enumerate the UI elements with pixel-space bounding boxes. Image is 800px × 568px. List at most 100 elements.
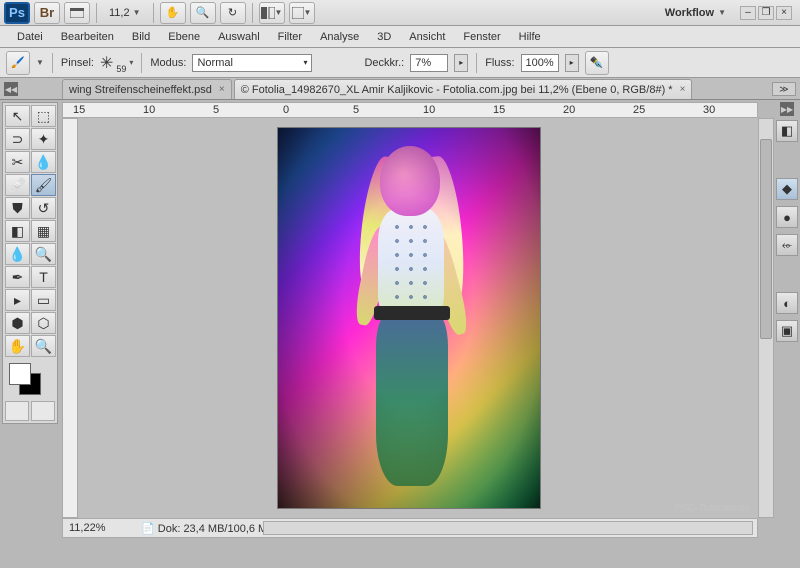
layers-panel-icon[interactable]: ◆	[776, 178, 798, 200]
status-bar: 11,22% 📄 Dok: 23,4 MB/100,6 MB ▸	[62, 518, 758, 538]
menu-analyse[interactable]: Analyse	[311, 26, 368, 47]
separator	[96, 3, 97, 23]
document-canvas[interactable]	[278, 128, 540, 508]
hand-tool-icon[interactable]: ✋	[5, 335, 30, 357]
blend-mode-select[interactable]: Normal▾	[192, 54, 312, 72]
3d-tool-icon[interactable]: ⬢	[5, 312, 30, 334]
move-tool-icon[interactable]: ↖	[5, 105, 30, 127]
opacity-slider-toggle[interactable]: ▸	[454, 54, 468, 72]
separator	[52, 53, 53, 73]
mode-label: Modus:	[150, 57, 186, 69]
opacity-label: Deckkr.:	[364, 57, 404, 69]
window-controls: – ❐ ×	[736, 6, 796, 20]
screenmode-icon[interactable]	[31, 401, 55, 421]
menu-bar: Datei Bearbeiten Bild Ebene Auswahl Filt…	[0, 26, 800, 48]
collapse-left-icon[interactable]: ◀◀	[4, 82, 18, 96]
brush-label: Pinsel:	[61, 57, 94, 69]
menu-fenster[interactable]: Fenster	[454, 26, 509, 47]
path-select-tool-icon[interactable]: ▸	[5, 289, 30, 311]
rotate-view-icon[interactable]: ↻	[220, 2, 246, 24]
flow-slider-toggle[interactable]: ▸	[565, 54, 579, 72]
type-tool-icon[interactable]: T	[31, 266, 56, 288]
brush-picker[interactable]: ✳59▾	[100, 53, 133, 73]
menu-3d[interactable]: 3D	[368, 26, 400, 47]
hand-tool-icon[interactable]: ✋	[160, 2, 186, 24]
shape-tool-icon[interactable]: ▭	[31, 289, 56, 311]
photoshop-logo-icon[interactable]: Ps	[4, 2, 30, 24]
status-zoom[interactable]: 11,22%	[69, 522, 129, 534]
menu-bearbeiten[interactable]: Bearbeiten	[52, 26, 123, 47]
collapse-right-icon[interactable]: ▶▶	[780, 102, 794, 116]
close-tab-icon[interactable]: ×	[680, 84, 686, 95]
screen-mode-icon[interactable]	[64, 2, 90, 24]
foreground-color[interactable]	[9, 363, 31, 385]
menu-hilfe[interactable]: Hilfe	[510, 26, 550, 47]
vertical-scrollbar[interactable]	[758, 118, 774, 518]
lasso-tool-icon[interactable]: ⊃	[5, 128, 30, 150]
separator	[153, 3, 154, 23]
stamp-tool-icon[interactable]: ⛊	[5, 197, 30, 219]
menu-auswahl[interactable]: Auswahl	[209, 26, 269, 47]
blur-tool-icon[interactable]: 💧	[5, 243, 30, 265]
flow-input[interactable]: 100%	[521, 54, 559, 72]
menu-datei[interactable]: Datei	[8, 26, 52, 47]
wand-tool-icon[interactable]: ✦	[31, 128, 56, 150]
menu-ansicht[interactable]: Ansicht	[400, 26, 454, 47]
tab-overflow-button[interactable]: ≫	[772, 82, 796, 96]
screen-layout-icon[interactable]: ▼	[289, 2, 315, 24]
history-brush-tool-icon[interactable]: ↺	[31, 197, 56, 219]
status-doc-info[interactable]: 📄 Dok: 23,4 MB/100,6 MB ▸	[141, 522, 283, 535]
color-panel-icon[interactable]: ◧	[776, 120, 798, 142]
separator	[141, 53, 142, 73]
close-tab-icon[interactable]: ×	[219, 84, 225, 95]
right-panel-dock: ▶▶ ◧ ◆ ● ⬰ ◐ ▣	[776, 102, 798, 540]
separator	[476, 53, 477, 73]
pen-tool-icon[interactable]: ✒	[5, 266, 30, 288]
eraser-tool-icon[interactable]: ◧	[5, 220, 30, 242]
zoom-select[interactable]: 11,2▼	[103, 7, 147, 19]
menu-ebene[interactable]: Ebene	[159, 26, 209, 47]
minimize-button[interactable]: –	[740, 6, 756, 20]
zoom-tool-icon[interactable]: 🔍	[190, 2, 216, 24]
adjustments-panel-icon[interactable]: ◐	[776, 292, 798, 314]
channels-panel-icon[interactable]: ●	[776, 206, 798, 228]
brush-tool-icon[interactable]: 🖌	[31, 174, 56, 196]
scrollbar-thumb[interactable]	[760, 139, 772, 339]
app-top-bar: Ps Br 11,2▼ ✋ 🔍 ↻ ▼ ▼ Workflow▼ – ❐ ×	[0, 0, 800, 26]
paths-panel-icon[interactable]: ⬰	[776, 234, 798, 256]
vertical-ruler	[62, 118, 78, 518]
airbrush-icon[interactable]: ✒️	[585, 51, 609, 75]
maximize-button[interactable]: ❐	[758, 6, 774, 20]
workspace-switcher[interactable]: Workflow▼	[665, 7, 732, 19]
gradient-tool-icon[interactable]: ▦	[31, 220, 56, 242]
menu-bild[interactable]: Bild	[123, 26, 159, 47]
color-swatches[interactable]	[5, 361, 55, 397]
zoom-value: 11,2	[109, 7, 130, 19]
bridge-logo-icon[interactable]: Br	[34, 2, 60, 24]
separator	[252, 3, 253, 23]
menu-filter[interactable]: Filter	[269, 26, 311, 47]
brush-tool-preset-icon[interactable]: 🖌️	[6, 51, 30, 75]
opacity-input[interactable]: 7%	[410, 54, 448, 72]
chevron-down-icon: ▼	[718, 8, 726, 17]
canvas-viewport[interactable]: PSD-Tutorials.de	[78, 118, 758, 518]
arrange-docs-icon[interactable]: ▼	[259, 2, 285, 24]
eyedropper-tool-icon[interactable]: 💧	[31, 151, 56, 173]
close-button[interactable]: ×	[776, 6, 792, 20]
horizontal-ruler: 15105051015202530	[62, 102, 758, 118]
document-tab-2[interactable]: © Fotolia_14982670_XL Amir Kaljikovic - …	[234, 79, 693, 99]
heal-tool-icon[interactable]: 🩹	[5, 174, 30, 196]
quickmask-icon[interactable]	[5, 401, 29, 421]
masks-panel-icon[interactable]: ▣	[776, 320, 798, 342]
watermark: PSD-Tutorials.de	[675, 503, 750, 514]
document-tab-1[interactable]: wing Streifenscheineffekt.psd×	[62, 79, 232, 99]
zoom-tool-icon[interactable]: 🔍	[31, 335, 56, 357]
toolbox: ↖ ⬚ ⊃ ✦ ✂ 💧 🩹 🖌 ⛊ ↺ ◧ ▦ 💧 🔍 ✒ T ▸ ▭ ⬢ ⬡ …	[2, 102, 58, 424]
chevron-down-icon[interactable]: ▼	[36, 58, 44, 67]
dodge-tool-icon[interactable]: 🔍	[31, 243, 56, 265]
chevron-down-icon: ▼	[133, 8, 141, 17]
marquee-tool-icon[interactable]: ⬚	[31, 105, 56, 127]
crop-tool-icon[interactable]: ✂	[5, 151, 30, 173]
horizontal-scrollbar[interactable]	[263, 521, 753, 535]
3d-camera-tool-icon[interactable]: ⬡	[31, 312, 56, 334]
